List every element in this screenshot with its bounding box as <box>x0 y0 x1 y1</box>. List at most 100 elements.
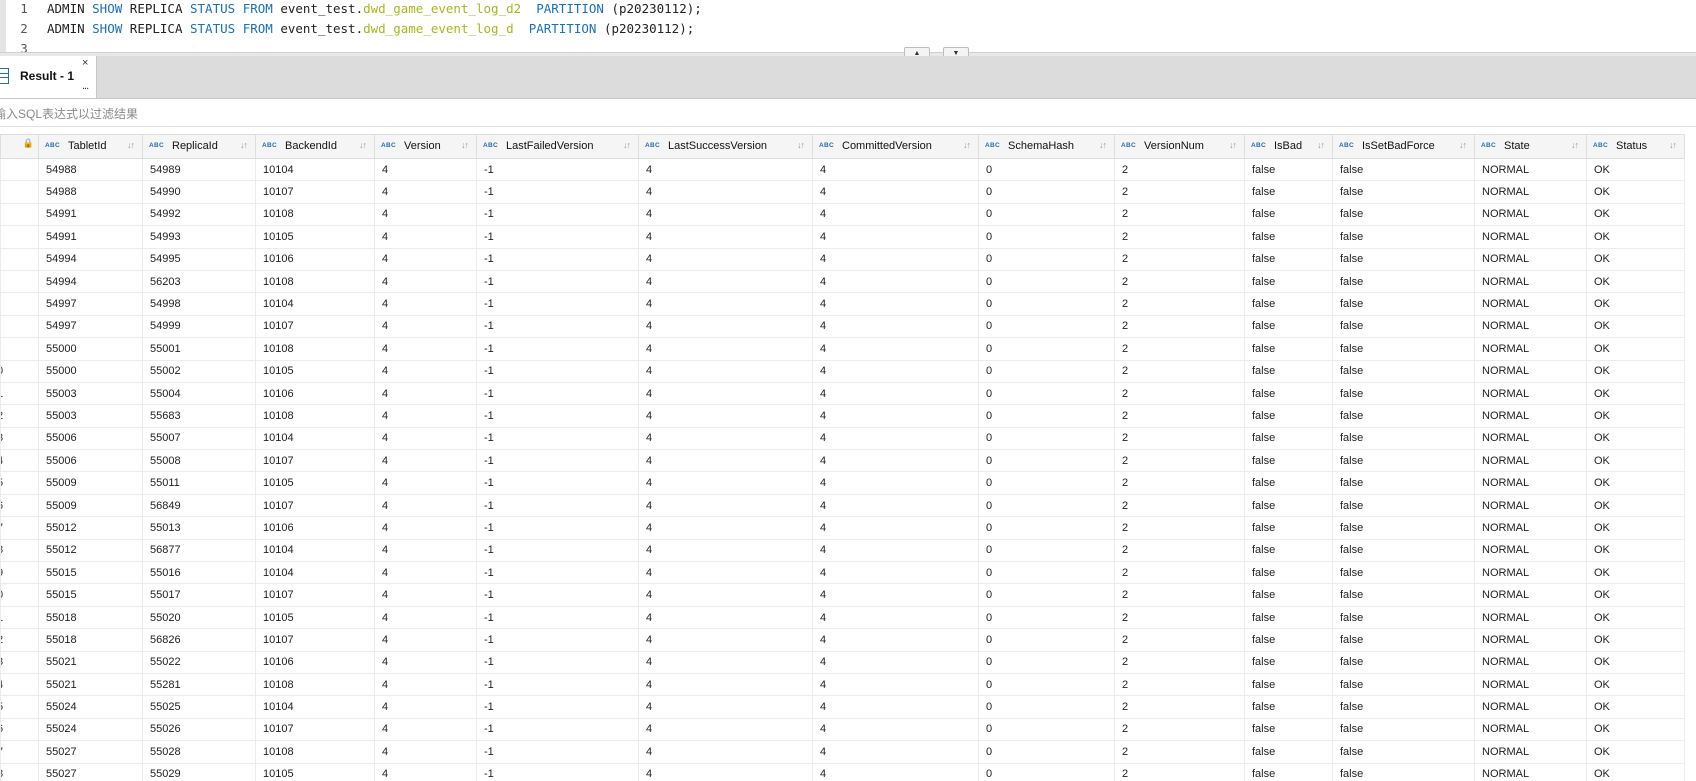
table-cell[interactable]: false <box>1244 180 1333 204</box>
row-number-cell[interactable] <box>0 314 39 339</box>
table-cell[interactable]: false <box>1332 538 1475 563</box>
table-cell[interactable]: false <box>1244 269 1333 294</box>
table-cell[interactable]: false <box>1332 650 1475 674</box>
row-number-cell[interactable]: 4 <box>0 449 39 473</box>
table-cell[interactable]: OK <box>1586 314 1685 339</box>
table-row[interactable]: 85501256877101044-14402falsefalseNORMALO… <box>0 538 1685 563</box>
table-cell[interactable]: 10106 <box>255 516 375 540</box>
table-cell[interactable]: false <box>1244 493 1333 518</box>
table-cell[interactable]: false <box>1332 404 1475 428</box>
table-cell[interactable]: 4 <box>374 157 477 182</box>
table-cell[interactable]: false <box>1244 247 1333 271</box>
table-cell[interactable]: NORMAL <box>1474 225 1587 249</box>
table-cell[interactable]: 4 <box>374 359 477 383</box>
column-header[interactable]: ABC VersionNum ↓↑ <box>1114 134 1245 159</box>
table-cell[interactable]: 4 <box>812 359 979 383</box>
table-cell[interactable]: false <box>1332 628 1475 652</box>
table-cell[interactable]: 10108 <box>255 337 375 361</box>
table-cell[interactable]: NORMAL <box>1474 426 1587 451</box>
table-cell[interactable]: 2 <box>1114 381 1245 406</box>
table-cell[interactable]: NORMAL <box>1474 762 1587 781</box>
table-cell[interactable]: 0 <box>978 672 1115 697</box>
table-row[interactable]: 54988 54989 10104 4 -1 4 4 0 2 false false NORMAL OK <box>0 157 1685 182</box>
column-header[interactable]: ABC Status ↓↑ <box>1586 134 1685 159</box>
table-cell[interactable]: 4 <box>812 628 979 652</box>
table-cell[interactable]: 4 <box>812 426 979 451</box>
table-cell[interactable]: OK <box>1586 471 1685 495</box>
row-number-cell[interactable] <box>0 202 39 227</box>
table-cell[interactable]: 0 <box>978 628 1115 652</box>
table-cell[interactable]: 4 <box>812 717 979 742</box>
table-row[interactable]: 35502155022101064-14402falsefalseNORMALO… <box>0 650 1685 674</box>
table-cell[interactable]: 10107 <box>255 449 375 473</box>
table-cell[interactable]: 55015 <box>38 561 143 585</box>
table-cell[interactable]: NORMAL <box>1474 717 1587 742</box>
table-cell[interactable]: NORMAL <box>1474 404 1587 428</box>
table-cell[interactable]: 10107 <box>255 583 375 607</box>
table-cell[interactable]: 2 <box>1114 359 1245 383</box>
table-cell[interactable]: 4 <box>638 426 813 451</box>
table-cell[interactable]: 54990 <box>142 180 256 204</box>
table-cell[interactable]: 4 <box>638 561 813 585</box>
table-cell[interactable]: 0 <box>978 471 1115 495</box>
sort-icon[interactable]: ↓↑ <box>963 140 971 150</box>
table-cell[interactable]: false <box>1244 695 1333 719</box>
column-header[interactable]: ABC CommittedVersion ↓↑ <box>812 134 979 159</box>
table-cell[interactable]: 54994 <box>38 247 143 271</box>
table-cell[interactable]: OK <box>1586 180 1685 204</box>
table-row[interactable]: 55502455025101044-14402falsefalseNORMALO… <box>0 695 1685 719</box>
table-cell[interactable]: 4 <box>374 202 477 227</box>
table-cell[interactable]: OK <box>1586 247 1685 271</box>
table-row[interactable]: 55500955011101054-14402falsefalseNORMALO… <box>0 471 1685 495</box>
table-cell[interactable]: 4 <box>374 247 477 271</box>
table-cell[interactable]: 10106 <box>255 650 375 674</box>
table-cell[interactable]: 2 <box>1114 449 1245 473</box>
table-row[interactable]: 54988 54990 10107 4 -1 4 4 0 2 false false NORMAL OK <box>0 180 1685 204</box>
column-header[interactable]: ABC TabletId ↓↑ <box>38 134 143 159</box>
table-cell[interactable]: 55011 <box>142 471 256 495</box>
table-cell[interactable]: false <box>1244 359 1333 383</box>
table-cell[interactable]: 0 <box>978 202 1115 227</box>
table-cell[interactable]: false <box>1332 381 1475 406</box>
table-cell[interactable]: 4 <box>374 493 477 518</box>
table-cell[interactable]: -1 <box>476 628 639 652</box>
table-cell[interactable]: 4 <box>812 314 979 339</box>
table-cell[interactable]: 0 <box>978 695 1115 719</box>
table-cell[interactable]: 55027 <box>38 762 143 781</box>
row-number-cell[interactable]: 8 <box>0 762 39 781</box>
table-cell[interactable]: 55009 <box>38 471 143 495</box>
table-cell[interactable]: NORMAL <box>1474 314 1587 339</box>
table-cell[interactable]: 55683 <box>142 404 256 428</box>
table-cell[interactable]: 2 <box>1114 202 1245 227</box>
table-cell[interactable]: 54988 <box>38 157 143 182</box>
table-cell[interactable]: 4 <box>638 493 813 518</box>
table-cell[interactable]: 4 <box>638 180 813 204</box>
table-cell[interactable]: 10107 <box>255 628 375 652</box>
table-cell[interactable]: 0 <box>978 493 1115 518</box>
table-cell[interactable]: false <box>1332 157 1475 182</box>
sort-icon[interactable]: ↓↑ <box>127 140 135 150</box>
table-row[interactable]: 65500956849101074-14402falsefalseNORMALO… <box>0 493 1685 518</box>
table-cell[interactable]: 55026 <box>142 717 256 742</box>
table-cell[interactable]: false <box>1332 717 1475 742</box>
table-cell[interactable]: false <box>1244 561 1333 585</box>
table-cell[interactable]: 0 <box>978 717 1115 742</box>
column-header[interactable]: ABC State ↓↑ <box>1474 134 1587 159</box>
table-cell[interactable]: 4 <box>812 449 979 473</box>
table-cell[interactable]: 4 <box>638 672 813 697</box>
table-cell[interactable]: 54992 <box>142 202 256 227</box>
table-cell[interactable]: OK <box>1586 605 1685 630</box>
column-header[interactable]: ABC LastSuccessVersion ↓↑ <box>638 134 813 159</box>
table-cell[interactable]: -1 <box>476 314 639 339</box>
table-cell[interactable]: 56203 <box>142 269 256 294</box>
table-cell[interactable]: false <box>1244 314 1333 339</box>
table-cell[interactable]: 10107 <box>255 314 375 339</box>
table-row[interactable]: 05501555017101074-14402falsefalseNORMALO… <box>0 583 1685 607</box>
table-cell[interactable]: -1 <box>476 762 639 781</box>
table-cell[interactable]: 56849 <box>142 493 256 518</box>
table-cell[interactable]: 4 <box>374 538 477 563</box>
row-number-cell[interactable]: 7 <box>0 516 39 540</box>
table-cell[interactable]: false <box>1332 426 1475 451</box>
table-cell[interactable]: 55021 <box>38 650 143 674</box>
sort-icon[interactable]: ↓↑ <box>1571 140 1579 150</box>
